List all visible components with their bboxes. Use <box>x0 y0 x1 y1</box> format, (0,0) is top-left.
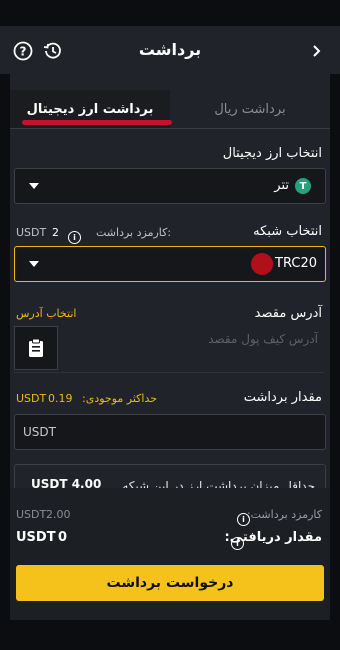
chevron-down-icon <box>29 183 39 189</box>
back-chevron-icon[interactable] <box>306 40 328 62</box>
chevron-down-icon <box>29 261 39 267</box>
tab-label: برداشت ارز دیجیتال <box>26 101 154 117</box>
network-select[interactable]: TRC20 <box>14 246 326 282</box>
network-fee-value: 2 <box>52 226 59 239</box>
info-icon[interactable]: i <box>68 225 81 244</box>
paste-button[interactable] <box>14 326 58 370</box>
amount-placeholder: USDT <box>23 425 56 439</box>
network-select-label: انتخاب شبکه <box>253 224 322 239</box>
app-header: ? برداشت <box>0 26 340 74</box>
page-title: برداشت <box>138 40 202 59</box>
clipboard-icon <box>29 338 43 357</box>
crypto-select[interactable]: T تتر <box>14 168 326 204</box>
network-select-value: TRC20 <box>275 256 317 271</box>
address-label: آدرس مقصد <box>254 306 322 321</box>
info-icon[interactable]: i <box>237 507 250 526</box>
max-balance-unit: USDT <box>16 392 47 405</box>
network-fee-label: کارمزد برداشت: <box>96 226 172 239</box>
network-icon <box>251 253 273 275</box>
network-fee-unit: USDT <box>16 226 47 239</box>
select-address-link[interactable]: انتخاب آدرس <box>16 307 76 320</box>
submit-label: درخواست برداشت <box>106 575 234 591</box>
address-placeholder: آدرس کیف پول مقصد <box>208 332 318 346</box>
active-tab-indicator <box>22 120 172 125</box>
crypto-select-value: تتر <box>274 178 289 193</box>
max-balance-value: 0.19 <box>48 392 73 405</box>
max-balance-label: حداکثر موجودی: <box>82 392 158 405</box>
tab-label: برداشت ریال <box>214 101 286 117</box>
summary-fee-label: کارمزد برداشت: <box>246 508 322 521</box>
summary-receive-value: 0 <box>58 530 68 545</box>
tab-divider <box>10 128 330 129</box>
address-input[interactable]: آدرس کیف پول مقصد <box>14 326 324 373</box>
submit-withdraw-button[interactable]: درخواست برداشت <box>16 565 324 601</box>
summary-fee-value: 2.00 <box>46 508 71 521</box>
info-icon[interactable]: i <box>231 531 244 550</box>
amount-input[interactable]: USDT <box>14 414 326 450</box>
tether-icon: T <box>295 178 311 194</box>
summary-receive-unit: USDT <box>16 530 56 545</box>
crypto-select-label: انتخاب ارز دیجیتال <box>222 146 322 161</box>
amount-label: مقدار برداشت <box>243 390 322 405</box>
tab-rial-withdraw[interactable]: برداشت ریال <box>170 90 330 128</box>
summary-fee-unit: USDT <box>16 508 47 521</box>
